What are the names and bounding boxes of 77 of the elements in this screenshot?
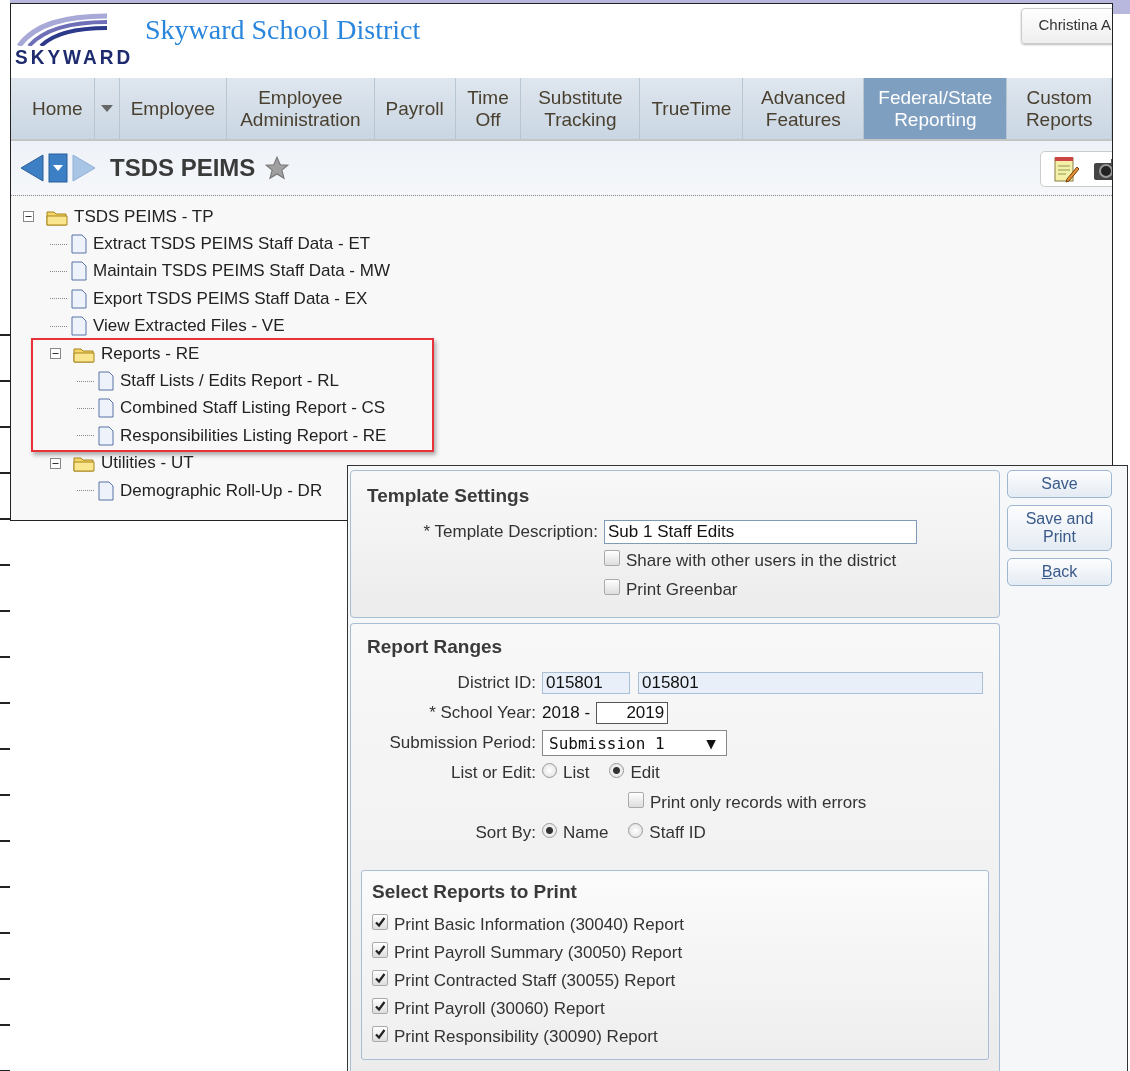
- section-title: Report Ranges: [367, 636, 504, 658]
- tree-item[interactable]: Responsibilities Listing Report - RE: [120, 425, 387, 446]
- tree-item[interactable]: Demographic Roll-Up - DR: [120, 480, 323, 501]
- school-year-field[interactable]: 2019: [596, 702, 669, 724]
- option-label: Print only records with errors: [650, 793, 867, 813]
- page-icon: [71, 261, 87, 282]
- tree-item[interactable]: Maintain TSDS PEIMS Staff Data - MW: [93, 261, 390, 282]
- site-title: Skyward School District: [145, 14, 421, 46]
- nav-tab[interactable]: Substitute Tracking: [521, 78, 641, 139]
- field-label: Submission Period:: [388, 733, 536, 753]
- checkbox[interactable]: [604, 549, 620, 566]
- checkbox[interactable]: [372, 970, 388, 986]
- checkbox[interactable]: [372, 1026, 388, 1042]
- back-arrow-icon[interactable]: [19, 153, 45, 183]
- nav-tab[interactable]: Employee Administration: [227, 78, 375, 139]
- tree-item[interactable]: Staff Lists / Edits Report - RL: [120, 371, 339, 392]
- field-label: * School Year:: [428, 703, 536, 723]
- field-label: List or Edit:: [449, 763, 536, 783]
- page-icon: [98, 398, 114, 419]
- option-label: Print Contracted Staff (30055) Report: [394, 971, 676, 991]
- star-icon[interactable]: [264, 155, 291, 181]
- folder-icon: [73, 454, 95, 473]
- nav-tab[interactable]: Custom Reports: [1007, 78, 1112, 139]
- checkbox[interactable]: [628, 792, 644, 808]
- option-label: Name: [563, 823, 609, 843]
- district-to-field[interactable]: 015801: [638, 672, 983, 694]
- checkbox[interactable]: [604, 578, 620, 595]
- section-title: Select Reports to Print: [372, 881, 578, 903]
- option-label: Edit: [630, 763, 660, 783]
- checkbox[interactable]: [372, 942, 388, 958]
- submission-period-select[interactable]: Submission 1 ▼: [542, 730, 727, 756]
- user-button[interactable]: Christina A: [1021, 8, 1112, 44]
- tree-item[interactable]: Utilities - UT: [101, 453, 194, 474]
- checkbox[interactable]: [372, 998, 388, 1014]
- option-label: Print Responsibility (30090) Report: [394, 1027, 658, 1047]
- option-label: Print Greenbar: [626, 579, 738, 600]
- dropdown-icon[interactable]: [48, 153, 68, 183]
- school-year-start: 2018 -: [542, 703, 591, 723]
- radio-button[interactable]: [542, 762, 557, 778]
- page-icon: [71, 234, 87, 255]
- radio-button[interactable]: [609, 762, 625, 778]
- nav-tab[interactable]: Employee: [119, 78, 228, 139]
- tree-item[interactable]: Export TSDS PEIMS Staff Data - EX: [93, 288, 368, 309]
- radio-button[interactable]: [628, 822, 644, 838]
- field-label: * Template Description:: [422, 521, 598, 542]
- tree-item[interactable]: Reports - RE: [101, 343, 200, 364]
- action-button[interactable]: Save and Print: [1007, 505, 1112, 551]
- page-icon: [98, 480, 114, 501]
- field-label: District ID:: [456, 673, 536, 693]
- checkbox[interactable]: [372, 914, 388, 930]
- district-from-field[interactable]: 015801: [542, 672, 630, 694]
- nav-tab[interactable]: Home: [11, 78, 95, 139]
- section-title: Template Settings: [367, 485, 531, 507]
- nav-tab[interactable]: Time Off: [455, 78, 522, 139]
- tree-item[interactable]: View Extracted Files - VE: [93, 316, 285, 337]
- nav-tab[interactable]: TrueTime: [640, 78, 744, 139]
- nav-tab[interactable]: Payroll: [374, 78, 456, 139]
- page-icon: [98, 371, 114, 392]
- radio-button[interactable]: [542, 822, 557, 838]
- action-button[interactable]: Back: [1007, 558, 1112, 586]
- tree-item[interactable]: Extract TSDS PEIMS Staff Data - ET: [93, 234, 371, 255]
- field-label: Sort By:: [474, 823, 536, 843]
- option-label: Staff ID: [649, 823, 706, 843]
- action-button[interactable]: Save: [1007, 470, 1112, 498]
- template-description-field[interactable]: Sub 1 Staff Edits: [604, 519, 917, 544]
- page-icon: [98, 425, 114, 446]
- notepad-icon[interactable]: [1053, 155, 1079, 183]
- tree-item[interactable]: Combined Staff Listing Report - CS: [120, 398, 386, 419]
- option-label: List: [563, 763, 590, 783]
- option-label: Print Basic Information (30040) Report: [394, 915, 685, 935]
- page-title: TSDS PEIMS: [110, 154, 256, 182]
- option-label: Print Payroll (30060) Report: [394, 999, 605, 1019]
- option-label: Share with other users in the district: [626, 550, 897, 571]
- tree-item[interactable]: TSDS PEIMS - TP: [74, 206, 214, 227]
- page-icon: [71, 316, 87, 337]
- option-label: Print Payroll Summary (30050) Report: [394, 943, 683, 963]
- page-icon: [71, 288, 87, 309]
